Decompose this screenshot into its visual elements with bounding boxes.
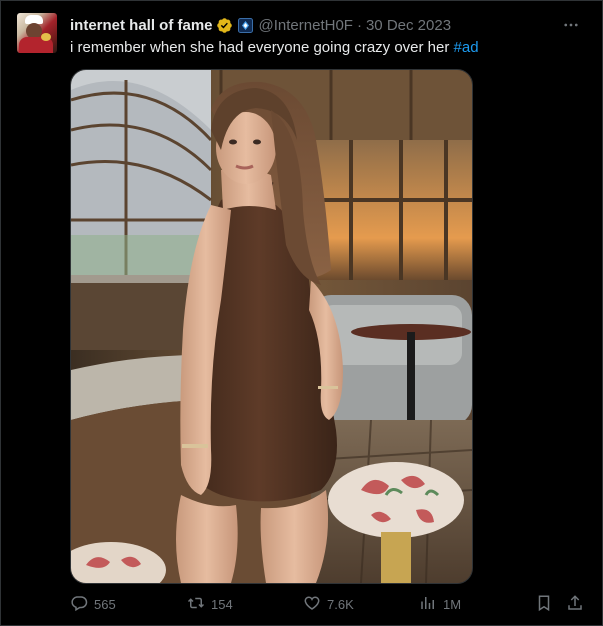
- affiliate-badge-icon[interactable]: [237, 17, 253, 33]
- repost-count: 154: [211, 596, 233, 612]
- reply-bubble-icon: [70, 594, 88, 615]
- heart-icon: [303, 594, 321, 615]
- share-icon: [566, 594, 584, 615]
- tweet-body: i remember when she had everyone going c…: [70, 39, 454, 56]
- share-button[interactable]: [566, 594, 584, 614]
- separator-dot: ·: [356, 16, 362, 34]
- bookmark-icon: [535, 594, 553, 615]
- reply-button[interactable]: 565: [70, 594, 116, 614]
- like-button[interactable]: 7.6K: [303, 594, 354, 614]
- display-name[interactable]: internet hall of fame: [70, 17, 213, 34]
- avatar[interactable]: [17, 13, 57, 53]
- tweet-header: internet hall of fame @InternetH0F · 30 …: [70, 15, 451, 35]
- repost-button[interactable]: 154: [187, 594, 233, 614]
- repost-arrows-icon: [187, 594, 205, 615]
- tweet-text: i remember when she had everyone going c…: [70, 39, 479, 56]
- tweet-action-bar: 565 154 7.6K 1M: [70, 594, 590, 614]
- tweet-media-photo[interactable]: [70, 69, 473, 584]
- verified-badge-icon[interactable]: [216, 17, 233, 34]
- tweet-timestamp[interactable]: 30 Dec 2023: [366, 17, 451, 34]
- more-dots-icon[interactable]: [562, 16, 580, 34]
- analytics-bars-icon: [419, 594, 437, 615]
- views-count: 1M: [443, 596, 462, 612]
- hashtag-link[interactable]: #ad: [454, 39, 479, 56]
- reply-count: 565: [94, 596, 116, 612]
- user-handle[interactable]: @InternetH0F: [259, 17, 353, 34]
- bookmark-button[interactable]: [535, 594, 553, 614]
- photo-illustration: [71, 70, 472, 583]
- views-button[interactable]: 1M: [419, 594, 461, 614]
- tweet-card[interactable]: internet hall of fame @InternetH0F · 30 …: [0, 0, 603, 626]
- like-count: 7.6K: [327, 596, 354, 612]
